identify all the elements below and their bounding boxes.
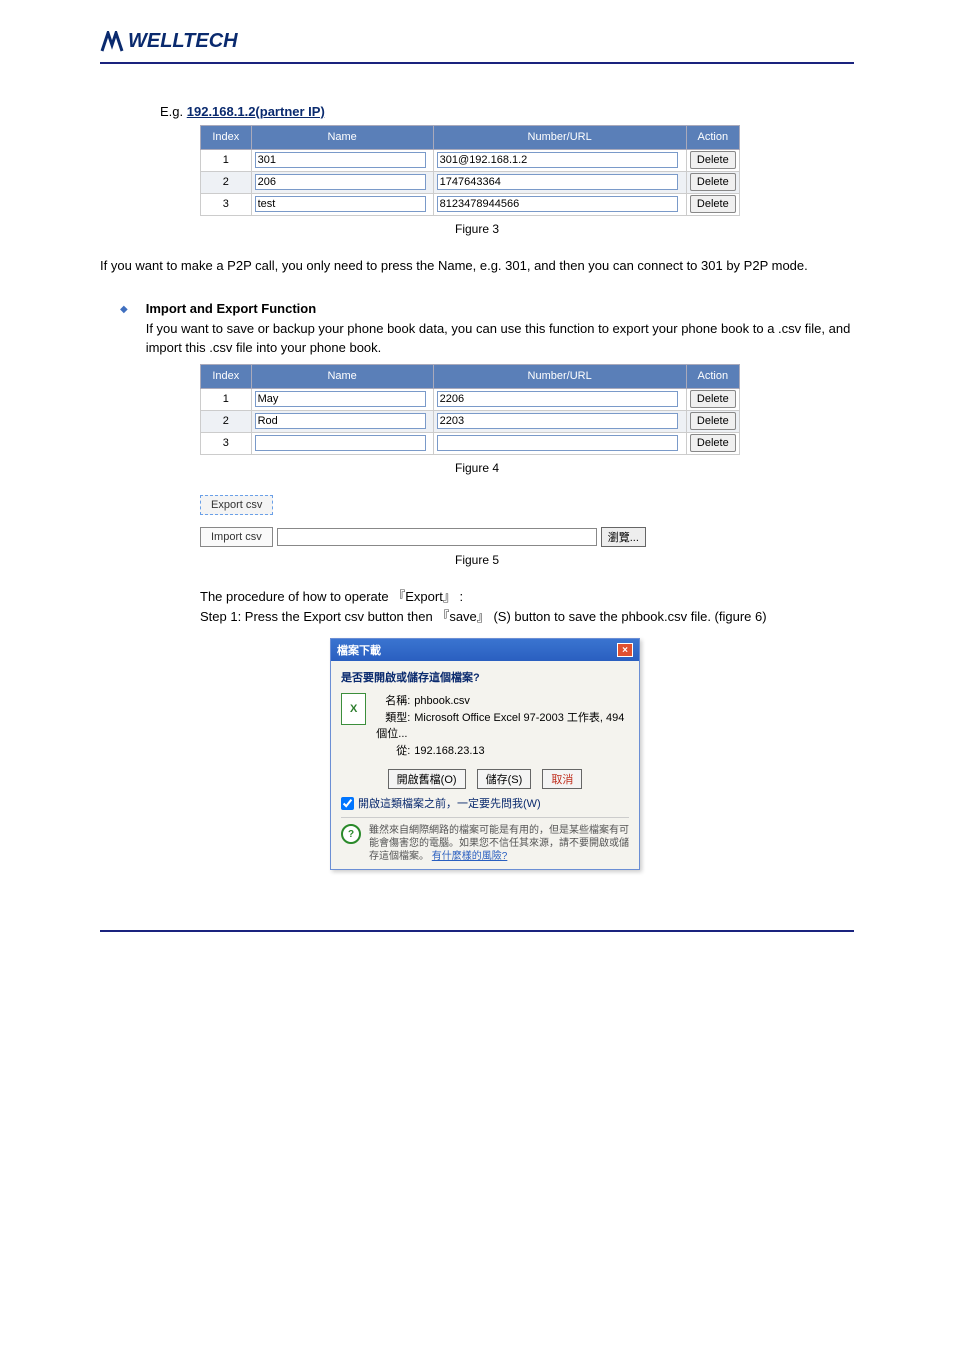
procedure-text: The procedure of how to operate 『Export』… [200, 587, 854, 629]
delete-button[interactable]: Delete [690, 434, 736, 452]
import-file-input[interactable] [277, 528, 597, 546]
excel-file-icon: X [341, 693, 366, 725]
name-input[interactable] [255, 435, 427, 451]
figure-5-caption: Figure 5 [100, 553, 854, 567]
figure-3-caption: Figure 3 [100, 222, 854, 236]
brand-text: WELLTECH [128, 30, 238, 53]
question-mark-icon: ? [341, 824, 361, 844]
description-p2p: If you want to make a P2P call, you only… [100, 256, 854, 276]
brand-logo: WELLTECH [100, 30, 238, 53]
table-row: 3 Delete [201, 193, 740, 215]
proc-1a: The procedure of how to operate [200, 589, 392, 604]
figure-4-caption: Figure 4 [100, 461, 854, 475]
label-from: 從: [376, 743, 410, 760]
dialog-warning: ? 雖然來自網際網路的檔案可能是有用的，但是某些檔案有可能會傷害您的電腦。如果您… [341, 817, 629, 863]
number-input[interactable] [437, 174, 678, 190]
section-body: If you want to save or backup your phone… [146, 319, 854, 358]
name-input[interactable] [255, 152, 427, 168]
header-bar: WELLTECH [100, 30, 854, 64]
risk-link[interactable]: 有什麼樣的風險? [432, 851, 508, 862]
import-csv-button[interactable]: Import csv [200, 527, 273, 547]
download-dialog: 檔案下載 × 是否要開啟或儲存這個檔案? X 名稱: phbook.csv 類型:… [330, 638, 640, 870]
label-type: 類型: [376, 710, 410, 727]
col-name: Name [251, 364, 433, 388]
open-bracket: 『 [392, 589, 405, 604]
close-icon[interactable]: × [617, 643, 633, 657]
table-row: 2 Delete [201, 410, 740, 432]
figure-5: Export csv Import csv 瀏覽... [200, 495, 854, 547]
close-bracket: 』 [443, 589, 456, 604]
col-action: Action [686, 364, 739, 388]
dialog-file-info: 名稱: phbook.csv 類型:Microsoft Office Excel … [376, 693, 629, 759]
always-ask-checkbox-row: 開啟這類檔案之前，一定要先問我(W) [341, 795, 629, 811]
value-name: phbook.csv [414, 695, 470, 707]
value-from: 192.168.23.13 [414, 745, 484, 757]
col-number: Number/URL [433, 364, 686, 388]
row-index: 3 [201, 432, 252, 454]
always-ask-label: 開啟這類檔案之前，一定要先問我(W) [358, 795, 541, 811]
figure-3: Index Name Number/URL Action 1 Delete 2 [200, 125, 854, 216]
diamond-bullet-icon: ◆ [120, 302, 128, 317]
proc-1c: : [459, 589, 463, 604]
delete-button[interactable]: Delete [690, 412, 736, 430]
name-input[interactable] [255, 391, 427, 407]
logo-mark-icon [100, 31, 126, 53]
intro-line: E.g. 192.168.1.2(partner IP) [160, 104, 854, 119]
intro-link[interactable]: 192.168.1.2(partner IP) [187, 104, 325, 119]
open-button[interactable]: 開啟舊檔(O) [388, 769, 466, 789]
col-name: Name [251, 125, 433, 149]
cancel-button[interactable]: 取消 [542, 769, 582, 789]
proc-2c: (S) button to save the phbook.csv file. … [493, 609, 766, 624]
dialog-question: 是否要開啟或儲存這個檔案? [341, 669, 629, 685]
row-index: 3 [201, 193, 252, 215]
row-index: 1 [201, 388, 252, 410]
footer-rule [100, 930, 854, 932]
row-index: 2 [201, 410, 252, 432]
table-row: 2 Delete [201, 171, 740, 193]
name-input[interactable] [255, 413, 427, 429]
value-type: Microsoft Office Excel 97-2003 工作表, 494 … [376, 712, 624, 741]
close-bracket: 』 [477, 609, 490, 624]
delete-button[interactable]: Delete [690, 151, 736, 169]
table-row: 1 Delete [201, 149, 740, 171]
section-heading: Import and Export Function [146, 299, 854, 319]
col-index: Index [201, 364, 252, 388]
dialog-titlebar: 檔案下載 × [331, 639, 639, 661]
delete-button[interactable]: Delete [690, 390, 736, 408]
section-import-export: ◆ Import and Export Function If you want… [120, 299, 854, 358]
proc-2b: save [449, 609, 476, 624]
number-input[interactable] [437, 413, 678, 429]
row-index: 1 [201, 149, 252, 171]
label-name: 名稱: [376, 693, 410, 710]
name-input[interactable] [255, 196, 427, 212]
number-input[interactable] [437, 391, 678, 407]
name-input[interactable] [255, 174, 427, 190]
col-action: Action [686, 125, 739, 149]
intro-prefix: E.g. [160, 104, 187, 119]
export-csv-button[interactable]: Export csv [200, 495, 273, 515]
always-ask-checkbox[interactable] [341, 797, 354, 810]
dialog-title: 檔案下載 [337, 642, 381, 658]
delete-button[interactable]: Delete [690, 173, 736, 191]
phonebook-table-2: Index Name Number/URL Action 1 Delete 2 [200, 364, 740, 455]
table-row: 3 Delete [201, 432, 740, 454]
proc-1b: Export [405, 589, 443, 604]
number-input[interactable] [437, 152, 678, 168]
proc-2a: Step 1: Press the Export csv button then [200, 609, 433, 624]
table-row: 1 Delete [201, 388, 740, 410]
number-input[interactable] [437, 196, 678, 212]
open-bracket: 『 [436, 609, 449, 624]
col-index: Index [201, 125, 252, 149]
save-button[interactable]: 儲存(S) [477, 769, 532, 789]
figure-4: Index Name Number/URL Action 1 Delete 2 [200, 364, 854, 455]
col-number: Number/URL [433, 125, 686, 149]
number-input[interactable] [437, 435, 678, 451]
phonebook-table-1: Index Name Number/URL Action 1 Delete 2 [200, 125, 740, 216]
browse-button[interactable]: 瀏覽... [601, 527, 646, 547]
row-index: 2 [201, 171, 252, 193]
figure-6: 檔案下載 × 是否要開啟或儲存這個檔案? X 名稱: phbook.csv 類型:… [330, 638, 854, 870]
delete-button[interactable]: Delete [690, 195, 736, 213]
